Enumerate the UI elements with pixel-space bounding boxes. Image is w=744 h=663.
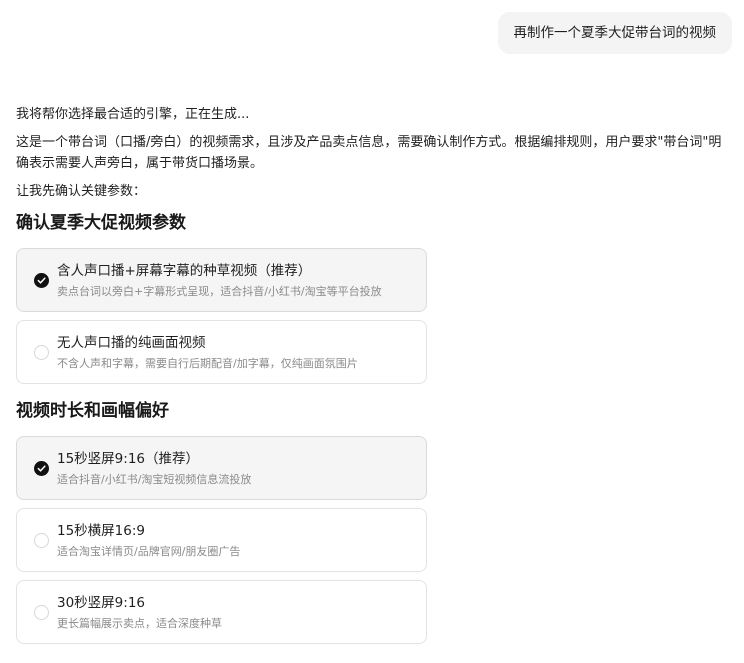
- option-voiceover-video[interactable]: 含人声口播+屏幕字幕的种草视频（推荐） 卖点台词以旁白+字幕形式呈现，适合抖音/…: [16, 248, 427, 312]
- radio-unchecked-icon[interactable]: [34, 345, 49, 360]
- option-description: 不含人声和字幕，需要自行后期配音/加字幕，仅纯画面氛围片: [57, 357, 358, 370]
- option-no-voice-video[interactable]: 无人声口播的纯画面视频 不含人声和字幕，需要自行后期配音/加字幕，仅纯画面氛围片: [16, 320, 427, 384]
- assistant-response: 我将帮你选择最合适的引擎，正在生成... 这是一个带台词（口播/旁白）的视频需求…: [16, 104, 732, 652]
- section-title-params: 确认夏季大促视频参数: [16, 213, 186, 233]
- option-description: 适合抖音/小红书/淘宝短视频信息流投放: [57, 473, 252, 486]
- assistant-confirm-prompt: 让我先确认关键参数：: [16, 184, 147, 199]
- option-title: 含人声口播+屏幕字幕的种草视频（推荐）: [57, 263, 312, 279]
- option-title: 15秒竖屏9:16（推荐）: [57, 451, 199, 467]
- option-title: 15秒横屏16:9: [57, 523, 145, 539]
- radio-checked-icon[interactable]: [34, 461, 49, 476]
- option-30s-vertical[interactable]: 30秒竖屏9:16 更长篇幅展示卖点，适合深度种草: [16, 580, 427, 644]
- option-15s-vertical[interactable]: 15秒竖屏9:16（推荐） 适合抖音/小红书/淘宝短视频信息流投放: [16, 436, 427, 500]
- radio-checked-icon[interactable]: [34, 273, 49, 288]
- radio-unchecked-icon[interactable]: [34, 533, 49, 548]
- option-15s-horizontal[interactable]: 15秒横屏16:9 适合淘宝详情页/品牌官网/朋友圈广告: [16, 508, 427, 572]
- option-description: 适合淘宝详情页/品牌官网/朋友圈广告: [57, 545, 241, 558]
- option-title: 无人声口播的纯画面视频: [57, 335, 206, 351]
- radio-unchecked-icon[interactable]: [34, 605, 49, 620]
- option-description: 更长篇幅展示卖点，适合深度种草: [57, 617, 222, 630]
- option-description: 卖点台词以旁白+字幕形式呈现，适合抖音/小红书/淘宝等平台投放: [57, 285, 382, 298]
- assistant-intro: 我将帮你选择最合适的引擎，正在生成...: [16, 107, 250, 122]
- option-title: 30秒竖屏9:16: [57, 595, 145, 611]
- assistant-analysis: 这是一个带台词（口播/旁白）的视频需求，且涉及产品卖点信息，需要确认制作方式。根…: [16, 135, 722, 171]
- user-message-text: 再制作一个夏季大促带台词的视频: [513, 25, 717, 41]
- user-message-bubble: 再制作一个夏季大促带台词的视频: [497, 12, 732, 54]
- section-title-duration: 视频时长和画幅偏好: [16, 401, 169, 421]
